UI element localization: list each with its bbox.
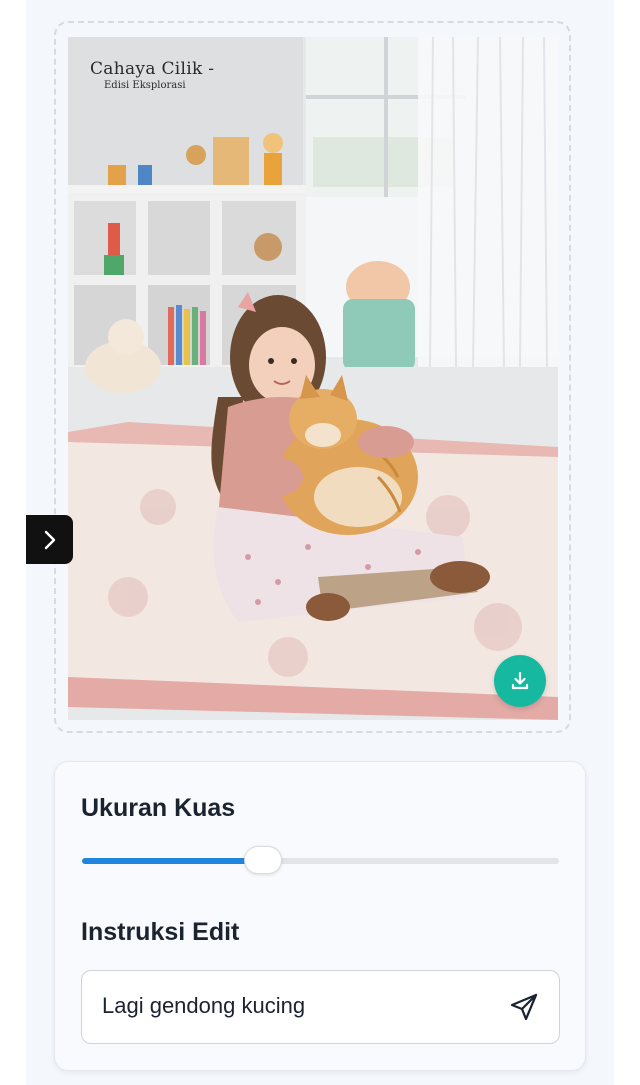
watermark-subtitle: Edisi Eksplorasi [104, 80, 186, 91]
generated-image[interactable]: Cahaya Cilik - Edisi Eksplorasi [68, 37, 558, 720]
send-icon [510, 993, 538, 1021]
sidebar-toggle-button[interactable] [26, 515, 73, 564]
photo-illustration [68, 37, 558, 720]
brush-size-slider[interactable] [82, 846, 559, 874]
download-icon [511, 671, 529, 690]
brush-size-slider-fill [82, 858, 264, 864]
edit-instruction-title: Instruksi Edit [81, 918, 240, 946]
edit-instruction-field[interactable] [81, 970, 560, 1044]
brush-size-slider-thumb[interactable] [244, 846, 283, 874]
edit-instruction-input[interactable] [102, 971, 492, 1041]
edit-panel: Ukuran Kuas Instruksi Edit [54, 761, 586, 1071]
image-watermark: Cahaya Cilik - Edisi Eksplorasi [90, 61, 214, 91]
brush-size-title: Ukuran Kuas [81, 794, 236, 822]
chevron-right-icon [44, 530, 55, 549]
send-button[interactable] [507, 990, 541, 1024]
download-button[interactable] [494, 655, 546, 707]
watermark-title: Cahaya Cilik - [90, 59, 215, 79]
